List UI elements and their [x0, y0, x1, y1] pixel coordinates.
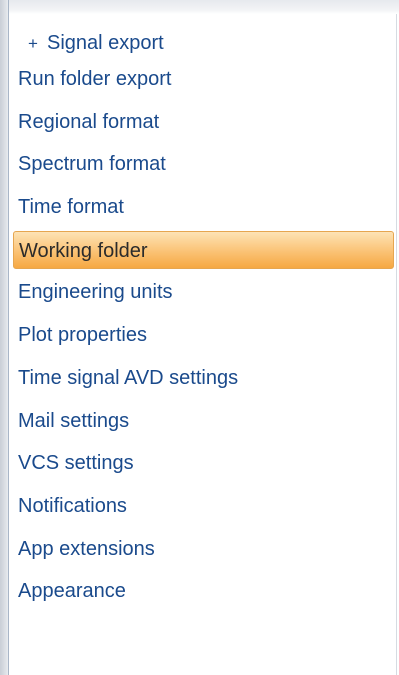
- nav-item-app-extensions[interactable]: App extensions: [10, 528, 396, 571]
- settings-navigation-panel: + Signal export Run folder export Regiona…: [10, 14, 397, 675]
- nav-item-mail-settings[interactable]: Mail settings: [10, 400, 396, 443]
- nav-item-label: Regional format: [18, 110, 160, 133]
- nav-item-vcs-settings[interactable]: VCS settings: [10, 442, 396, 485]
- nav-item-engineering-units[interactable]: Engineering units: [10, 271, 396, 314]
- nav-item-label: Appearance: [18, 580, 126, 603]
- panel-top-edge: [9, 0, 399, 14]
- nav-item-appearance[interactable]: Appearance: [10, 570, 396, 613]
- nav-item-plot-properties[interactable]: Plot properties: [10, 314, 396, 357]
- window-left-edge: [0, 0, 9, 675]
- nav-item-label: App extensions: [18, 537, 155, 560]
- nav-item-label: Run folder export: [18, 68, 172, 90]
- nav-item-label: Engineering units: [18, 281, 173, 304]
- nav-item-spectrum-format[interactable]: Spectrum format: [10, 143, 396, 186]
- nav-item-label: Signal export: [47, 32, 164, 54]
- nav-item-run-folder-export[interactable]: Run folder export: [10, 58, 396, 101]
- nav-item-working-folder[interactable]: Working folder: [13, 230, 394, 269]
- nav-item-label: Spectrum format: [18, 153, 166, 176]
- nav-item-label: Time signal AVD settings: [18, 366, 239, 389]
- nav-item-label: Plot properties: [18, 324, 147, 347]
- nav-item-label: Mail settings: [18, 409, 130, 432]
- nav-item-label: VCS settings: [18, 452, 134, 475]
- nav-item-regional-format[interactable]: Regional format: [10, 101, 396, 144]
- nav-item-time-signal-avd-settings[interactable]: Time signal AVD settings: [10, 357, 396, 400]
- nav-item-time-format[interactable]: Time format: [10, 186, 396, 229]
- settings-nav-list: + Signal export Run folder export Regiona…: [10, 28, 396, 613]
- nav-item-label: Working folder: [19, 239, 148, 262]
- nav-item-signal-export[interactable]: + Signal export: [10, 28, 396, 58]
- nav-item-label: Time format: [18, 196, 124, 219]
- plus-icon[interactable]: +: [26, 29, 40, 59]
- nav-item-notifications[interactable]: Notifications: [10, 485, 396, 528]
- nav-item-label: Notifications: [18, 494, 127, 517]
